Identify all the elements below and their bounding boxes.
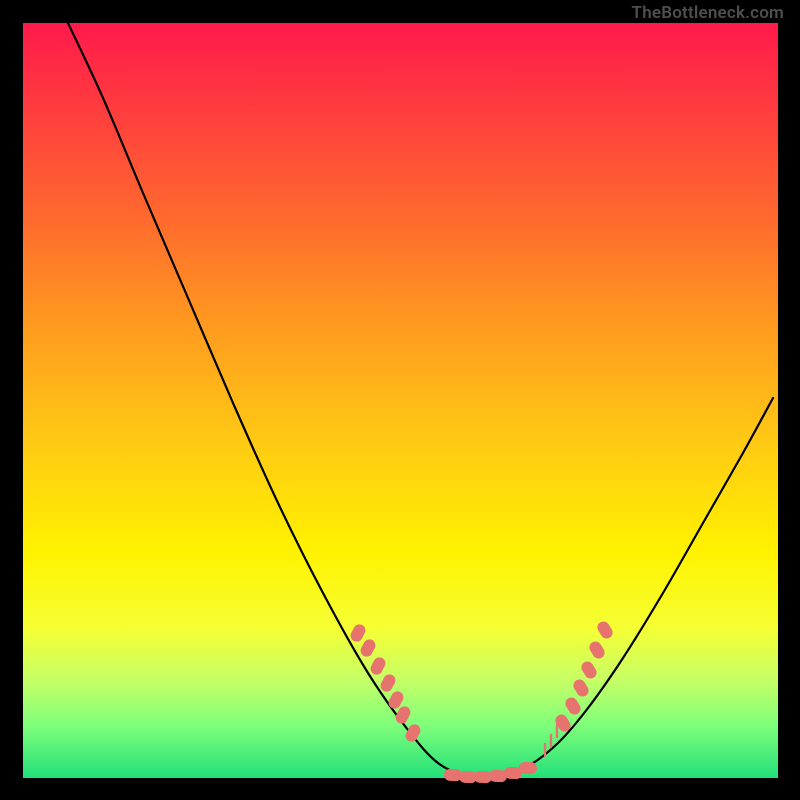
plot-area (23, 23, 778, 778)
curve-svg (23, 23, 778, 778)
branding-label: TheBottleneck.com (632, 3, 784, 23)
marker-layer (348, 619, 614, 783)
bottleneck-curve (68, 23, 773, 777)
chart-stage: TheBottleneck.com (0, 0, 800, 800)
